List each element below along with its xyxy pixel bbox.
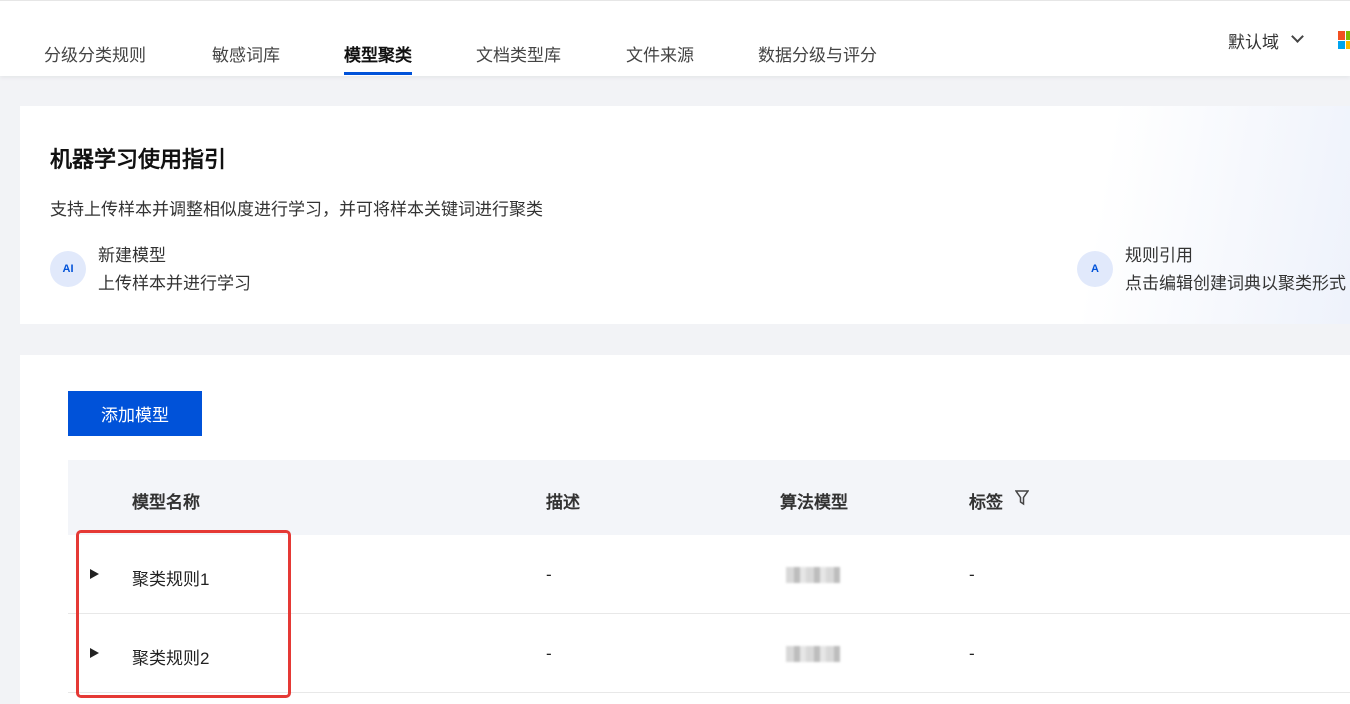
model-description: - [546, 644, 552, 663]
feature-subtitle: 上传样本并进行学习 [98, 274, 251, 293]
top-nav: 分级分类规则 敏感词库 模型聚类 文档类型库 文件来源 数据分级与评分 默认域 [0, 0, 1350, 76]
tab-sensitive-words[interactable]: 敏感词库 [212, 41, 280, 66]
tab-file-source[interactable]: 文件来源 [626, 41, 694, 66]
algorithm-redacted [786, 646, 840, 662]
text-recognition-icon: A [1077, 251, 1113, 287]
filter-icon[interactable] [1015, 490, 1029, 506]
guide-title: 机器学习使用指引 [50, 147, 227, 172]
column-description: 描述 [546, 493, 580, 512]
tab-data-grading[interactable]: 数据分级与评分 [758, 41, 877, 66]
model-description: - [546, 565, 552, 584]
column-tags: 标签 [969, 493, 1003, 512]
tab-model-clustering[interactable]: 模型聚类 [344, 41, 412, 75]
ml-guide-card: 机器学习使用指引 支持上传样本并调整相似度进行学习，并可将样本关键词进行聚类 A… [20, 106, 1350, 324]
ai-icon: AI [50, 251, 86, 287]
windows-logo-icon [1338, 31, 1350, 49]
tab-classification-rules[interactable]: 分级分类规则 [44, 41, 146, 66]
column-model-name: 模型名称 [132, 493, 200, 512]
column-algorithm: 算法模型 [780, 493, 848, 512]
model-tags: - [969, 565, 975, 584]
tab-doc-types[interactable]: 文档类型库 [476, 41, 561, 66]
model-tags: - [969, 644, 975, 663]
feature-title: 规则引用 [1125, 246, 1193, 265]
algorithm-redacted [786, 567, 840, 583]
feature-subtitle: 点击编辑创建词典以聚类形式 [1125, 274, 1346, 293]
table-header: 模型名称 描述 算法模型 标签 [68, 460, 1350, 535]
highlight-box [76, 530, 291, 698]
feature-title: 新建模型 [98, 246, 166, 265]
domain-select[interactable]: 默认域 [1228, 28, 1279, 53]
guide-description: 支持上传样本并调整相似度进行学习，并可将样本关键词进行聚类 [50, 200, 543, 219]
add-model-button[interactable]: 添加模型 [68, 391, 202, 436]
chevron-down-icon[interactable] [1291, 30, 1304, 43]
